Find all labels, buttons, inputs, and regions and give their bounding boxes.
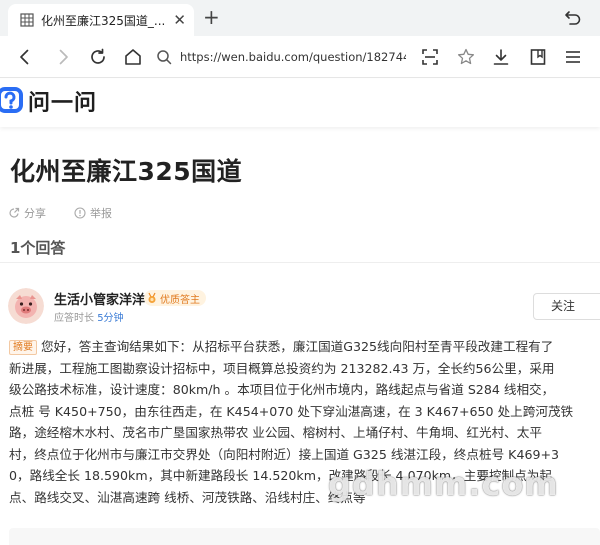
browser-tab-bar: 化州至廉江325国道_... ✕ + (0, 0, 600, 36)
forward-arrow-icon[interactable] (53, 47, 73, 67)
site-logo-text[interactable]: 问一问 (28, 85, 97, 117)
scan-icon[interactable] (420, 47, 440, 67)
section-divider (0, 262, 600, 263)
address-url[interactable]: https://wen.baidu.com/question/182744... (180, 50, 406, 64)
wenyiwen-logo-icon[interactable] (0, 86, 24, 114)
question-title: 化州至廉江325国道 (10, 157, 243, 186)
answer-count: 1个回答 (10, 239, 66, 257)
reload-icon[interactable] (88, 47, 108, 67)
answer-response-time: 应答时长 5分钟 (54, 309, 124, 324)
next-content-card (9, 528, 600, 545)
answer-line-text: 您好，答主查询结果如下：从招标平台获悉，廉江国道G325线向阳村至青平段改建工程… (41, 339, 554, 354)
answer-line: 新进展，工程施工图勘察设计招标中，项目概算总投资约为 213282.43 万，全… (9, 360, 555, 376)
tab-close-icon[interactable]: ✕ (173, 11, 186, 29)
tab-title: 化州至廉江325国道_... (41, 13, 166, 28)
new-tab-plus-icon[interactable]: + (203, 6, 220, 28)
share-label: 分享 (24, 207, 46, 220)
download-icon[interactable] (491, 47, 511, 67)
question-actions: 分享 举报 (8, 205, 140, 221)
address-bar[interactable]: https://wen.baidu.com/question/182744... (156, 45, 406, 69)
report-warning-icon (74, 207, 86, 219)
summary-tag: 摘要 (9, 340, 37, 355)
follow-button[interactable]: 关注 (533, 293, 600, 320)
site-header: 问一问 (0, 79, 600, 127)
share-button[interactable]: 分享 (8, 205, 46, 221)
answer-line: 摘要 您好，答主查询结果如下：从招标平台获悉，廉江国道G325线向阳村至青平段改建… (9, 336, 600, 358)
menu-hamburger-icon[interactable] (563, 47, 583, 67)
answer-line: 点桩 号 K450+750，由东往西走，在 K454+070 处下穿汕湛高速，在… (9, 403, 574, 419)
bookmark-star-icon[interactable] (456, 47, 476, 67)
undo-icon[interactable] (564, 8, 582, 26)
author-name[interactable]: 生活小管家洋洋 (54, 289, 145, 308)
browser-toolbar: https://wen.baidu.com/question/182744... (0, 36, 600, 78)
author-avatar[interactable] (8, 288, 44, 324)
back-arrow-icon[interactable] (15, 47, 35, 67)
badge-label: 优质答主 (160, 294, 200, 306)
bookmarks-book-icon[interactable] (528, 47, 548, 67)
share-icon (9, 207, 20, 218)
response-time-label: 应答时长 (54, 313, 94, 324)
browser-tab[interactable]: 化州至廉江325国道_... ✕ (8, 4, 194, 36)
report-label: 举报 (90, 207, 112, 220)
home-icon[interactable] (123, 47, 143, 67)
medal-icon (148, 292, 156, 303)
search-icon (157, 50, 172, 65)
grid-favicon-icon (20, 13, 34, 27)
answer-line: 路，途经榕木水村、茂名市广垦国家热带农 业公园、榕树村、上埇仔村、牛角垌、红光村… (9, 425, 542, 440)
watermark: gdhmm.com (328, 465, 559, 503)
response-time-value: 5分钟 (97, 313, 124, 324)
answer-line: 村，终点位于化州市与廉江市交界处（向阳村附近）接上国道 G325 线湛江段，终点… (9, 446, 560, 462)
quality-answerer-badge: 优质答主 (144, 290, 206, 306)
report-button[interactable]: 举报 (74, 205, 112, 221)
answer-line: 级公路技术标准，设计速度：80km/h 。本项目位于化州市境内，路线起点与省道 … (9, 382, 555, 397)
